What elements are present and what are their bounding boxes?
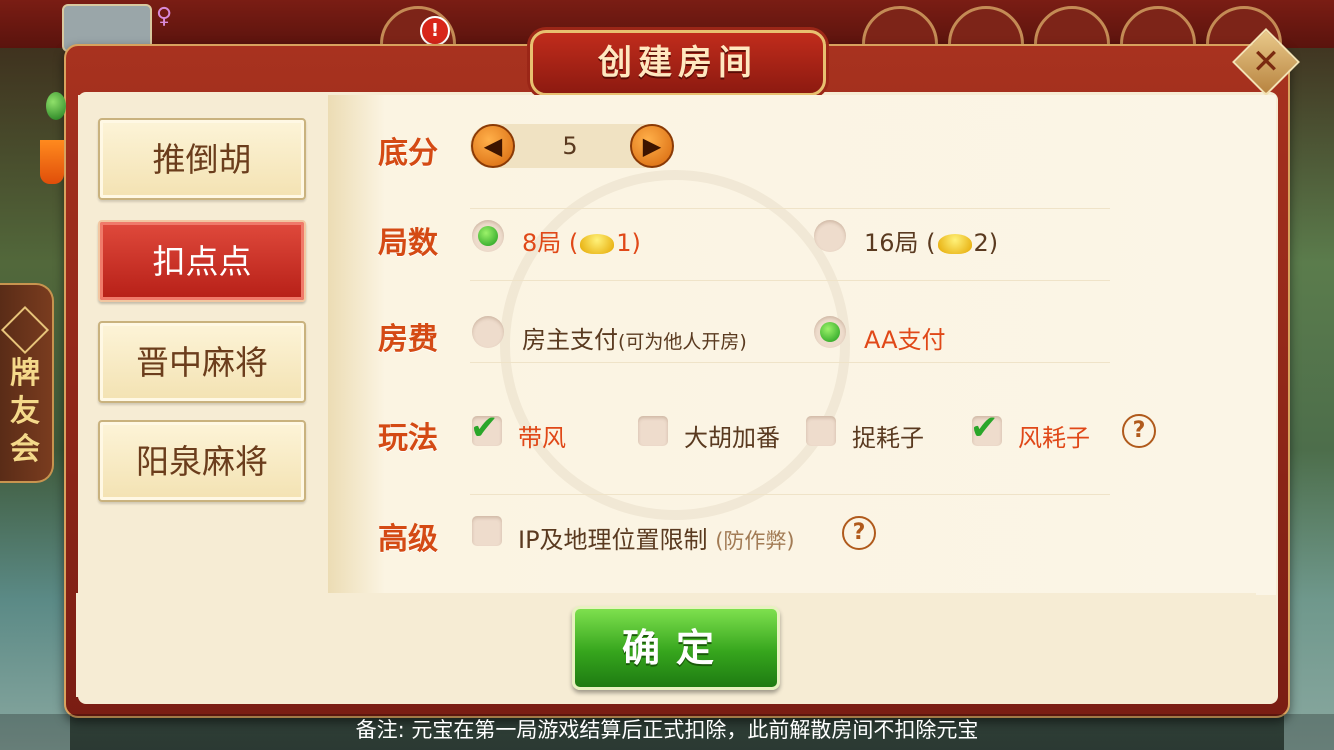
increase-button[interactable]: ▶ [630,124,674,168]
fee-label: 房费 [378,322,438,357]
confirm-button[interactable]: 确定 [572,606,780,690]
club-icon [0,305,50,355]
fee-aa-option[interactable]: AA支付 [864,320,946,355]
rule-dahu-checkbox[interactable] [638,416,668,446]
ingot-icon [580,234,615,254]
advanced-label: 高级 [378,522,438,557]
rounds-16-option[interactable]: 16局 ( 2) [864,223,998,258]
game-tab-yangquan-mahjong[interactable]: 阳泉麻将 [98,420,306,502]
close-icon[interactable]: ✕ [1242,38,1290,86]
rule-dahu-label[interactable]: 大胡加番 [684,418,780,453]
game-tab-tuidaohu[interactable]: 推倒胡 [98,118,306,200]
ip-limit-hint: (防作弊) [715,529,795,553]
rule-daifeng-checkbox[interactable]: ✔ [470,408,502,448]
rounds-8-radio[interactable] [472,220,504,252]
fee-host-radio[interactable] [472,316,504,348]
rules-help-icon[interactable]: ? [1122,414,1156,448]
dialog-title: 创建房间 [598,43,758,83]
divider [470,208,1110,209]
gender-icon: ♀ [156,4,173,29]
rule-zhuohaozi-checkbox[interactable] [806,416,836,446]
ip-limit-checkbox[interactable] [472,516,502,546]
fee-aa-radio[interactable] [814,316,846,348]
check-icon: ✔ [970,408,999,448]
jade-bead-icon [46,92,66,120]
rounds-16-text: 16局 ( [864,229,936,257]
rule-fenghaozi-checkbox[interactable]: ✔ [970,408,1002,448]
check-icon: ✔ [470,408,499,448]
rounds-16-cost: 2) [973,229,999,257]
rounds-8-option[interactable]: 8局 ( 1) [522,223,641,258]
base-score-value: 5 [562,132,578,160]
club-label: 牌友会 [10,356,40,467]
rule-zhuohaozi-label[interactable]: 捉耗子 [852,418,924,453]
rule-daifeng-label[interactable]: 带风 [518,418,566,453]
rounds-16-radio[interactable] [814,220,846,252]
notification-badge: ! [420,16,450,46]
club-tab[interactable]: 牌友会 [0,283,54,483]
tassel-icon [40,140,64,184]
rounds-label: 局数 [378,226,438,261]
rounds-8-cost: 1) [616,229,641,257]
ip-limit-text: IP及地理位置限制 [518,526,708,554]
divider [470,494,1110,495]
ip-limit-option[interactable]: IP及地理位置限制 (防作弊) [518,520,795,555]
rounds-8-text: 8局 ( [522,229,579,257]
fee-host-subtext: (可为他人开房) [618,331,747,353]
dialog-title-plate: 创建房间 [530,30,826,96]
rules-label: 玩法 [378,421,438,456]
background-right [1284,0,1334,750]
base-score-label: 底分 [378,136,438,171]
game-tab-koudiandian[interactable]: 扣点点 [98,220,306,302]
ingot-icon [937,234,972,254]
rule-fenghaozi-label[interactable]: 风耗子 [1018,418,1090,453]
fee-host-text: 房主支付 [522,326,618,354]
divider [470,362,1110,363]
advanced-help-icon[interactable]: ? [842,516,876,550]
footer-note: 备注: 元宝在第一局游戏结算后正式扣除，此前解散房间不扣除元宝 [0,714,1334,750]
fee-host-option[interactable]: 房主支付(可为他人开房) [522,320,747,355]
divider [470,280,1110,281]
game-tab-jinzhong-mahjong[interactable]: 晋中麻将 [98,321,306,403]
decrease-button[interactable]: ◀ [471,124,515,168]
